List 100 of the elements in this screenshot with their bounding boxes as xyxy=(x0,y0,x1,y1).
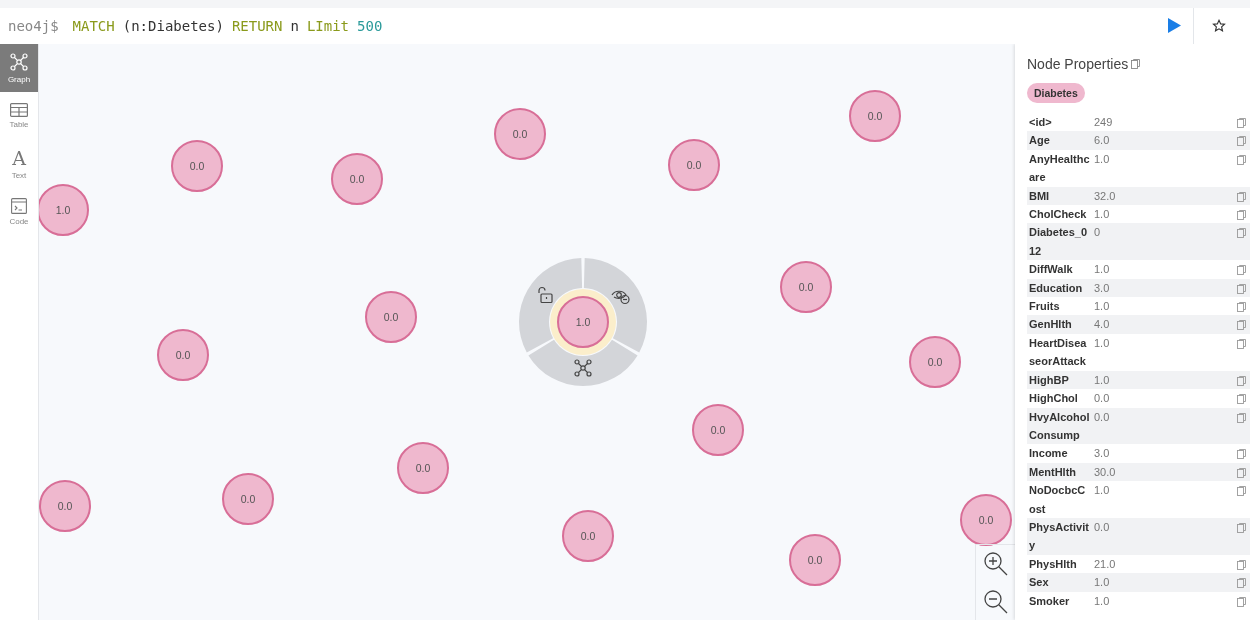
property-key: HeartDiseaseorAttack xyxy=(1027,333,1091,371)
graph-node[interactable]: 0.0 xyxy=(562,510,614,562)
property-value: 1.0 xyxy=(1093,207,1111,223)
sidebar-tab[interactable]: A Text xyxy=(0,140,38,188)
graph-node[interactable]: 0.0 xyxy=(171,140,223,192)
property-key: NoDocbcCost xyxy=(1027,481,1091,518)
copy-icon[interactable] xyxy=(1237,210,1246,221)
copy-icon[interactable] xyxy=(1237,154,1246,165)
property-value: 1.0 xyxy=(1093,593,1111,609)
query-token: MATCH xyxy=(72,17,115,34)
graph-node[interactable]: 0.0 xyxy=(789,534,841,586)
query-token: LImit xyxy=(306,17,350,34)
label-tag[interactable]: Diabetes xyxy=(1027,83,1085,103)
copy-icon[interactable] xyxy=(1237,486,1246,497)
property-value: 0.0 xyxy=(1093,409,1111,425)
query-token: n xyxy=(290,17,299,34)
property-key: MentHlth xyxy=(1027,462,1091,482)
copy-icon[interactable] xyxy=(1237,467,1246,478)
property-value: 6.0 xyxy=(1093,133,1111,149)
property-value: 0.0 xyxy=(1093,519,1111,535)
property-key: HvyAlcoholConsump xyxy=(1027,407,1091,445)
copy-icon[interactable] xyxy=(1237,596,1246,607)
sidebar-tab[interactable]: Code xyxy=(0,188,38,236)
table-icon xyxy=(10,103,28,117)
copy-icon[interactable] xyxy=(1131,59,1141,69)
zoom-in-icon[interactable] xyxy=(983,551,1009,577)
graph-node[interactable]: 0.0 xyxy=(397,442,449,494)
property-value: 1.0 xyxy=(1093,372,1111,388)
property-key: Income xyxy=(1027,444,1091,463)
property-value: 1.0 xyxy=(1093,483,1111,499)
graph-node[interactable]: 0.0 xyxy=(365,291,417,343)
property-key: GenHlth xyxy=(1027,315,1091,334)
graph-node[interactable]: 0.0 xyxy=(39,480,91,532)
copy-icon[interactable] xyxy=(1237,228,1246,239)
copy-icon[interactable] xyxy=(1237,449,1246,460)
graph-node[interactable]: 0.0 xyxy=(157,329,209,381)
copy-icon[interactable] xyxy=(1237,191,1246,202)
property-key: Smoker xyxy=(1027,591,1091,610)
property-key: DiffWalk xyxy=(1027,260,1091,279)
property-value: 0.0 xyxy=(1093,391,1111,407)
property-key: <id> xyxy=(1027,113,1091,132)
sidebar-tab[interactable]: Table xyxy=(0,92,38,140)
property-value: 1.0 xyxy=(1093,262,1111,278)
property-value: 3.0 xyxy=(1093,446,1111,462)
graph-node[interactable]: 0.0 xyxy=(692,404,744,456)
panel-title: Node Properties xyxy=(1027,56,1129,72)
graph-node[interactable]: 0.0 xyxy=(668,139,720,191)
graph-node[interactable]: 0.0 xyxy=(780,261,832,313)
property-key: HighChol xyxy=(1027,389,1091,408)
graph-icon xyxy=(573,358,593,378)
copy-icon[interactable] xyxy=(1237,302,1246,313)
graph-node[interactable]: 0.0 xyxy=(960,494,1012,546)
text-icon: A xyxy=(12,148,26,168)
graph-node[interactable]: 0.0 xyxy=(331,153,383,205)
property-value: 0 xyxy=(1093,225,1102,241)
property-key: Age xyxy=(1027,131,1091,150)
property-value: 1.0 xyxy=(1093,335,1111,351)
copy-icon[interactable] xyxy=(1237,559,1246,570)
property-key: Diabetes_012 xyxy=(1027,223,1091,261)
property-key: AnyHealthcare xyxy=(1027,149,1091,187)
property-key: PhysHlth xyxy=(1027,554,1091,574)
copy-icon[interactable] xyxy=(1237,118,1246,128)
query-token: (n:Diabetes) xyxy=(122,17,224,34)
copy-icon[interactable] xyxy=(1237,265,1246,276)
copy-icon[interactable] xyxy=(1237,522,1246,533)
property-key: Education xyxy=(1027,278,1091,298)
graph-icon xyxy=(9,52,29,72)
query-token: 500 xyxy=(357,17,383,34)
copy-icon[interactable] xyxy=(1237,412,1246,423)
graph-node[interactable]: 0.0 xyxy=(909,336,961,388)
graph-node[interactable]: 0.0 xyxy=(494,108,546,160)
property-value: 4.0 xyxy=(1093,317,1111,333)
sidebar-tab[interactable]: Graph xyxy=(0,44,38,92)
property-value: 1.0 xyxy=(1093,299,1111,315)
copy-icon[interactable] xyxy=(1237,338,1246,349)
property-value: 30.0 xyxy=(1093,464,1117,480)
copy-icon[interactable] xyxy=(1237,320,1246,331)
property-key: HighBP xyxy=(1027,370,1091,390)
property-value: 1.0 xyxy=(1093,575,1111,591)
prompt-label: neo4j$ xyxy=(8,17,59,34)
copy-icon[interactable] xyxy=(1237,578,1246,589)
graph-node[interactable]: 1.0 xyxy=(39,184,89,236)
property-key: Sex xyxy=(1027,573,1091,592)
zoom-out-icon[interactable] xyxy=(983,589,1009,615)
graph-node[interactable]: 0.0 xyxy=(222,473,274,525)
copy-icon[interactable] xyxy=(1237,375,1246,386)
property-value: 249 xyxy=(1093,115,1114,130)
property-value: 3.0 xyxy=(1093,280,1111,296)
property-key: BMI xyxy=(1027,186,1091,206)
unlock-icon xyxy=(536,286,554,304)
copy-icon[interactable] xyxy=(1237,394,1246,405)
ring-menu-segment[interactable] xyxy=(528,339,638,386)
property-value: 1.0 xyxy=(1093,151,1111,167)
graph-node[interactable]: 0.0 xyxy=(849,90,901,142)
star-icon[interactable] xyxy=(1212,19,1226,33)
play-icon[interactable] xyxy=(1168,18,1181,33)
copy-icon[interactable] xyxy=(1237,283,1246,294)
property-value: 21.0 xyxy=(1093,556,1117,572)
property-key: PhysActivity xyxy=(1027,517,1091,555)
copy-icon[interactable] xyxy=(1237,136,1246,147)
